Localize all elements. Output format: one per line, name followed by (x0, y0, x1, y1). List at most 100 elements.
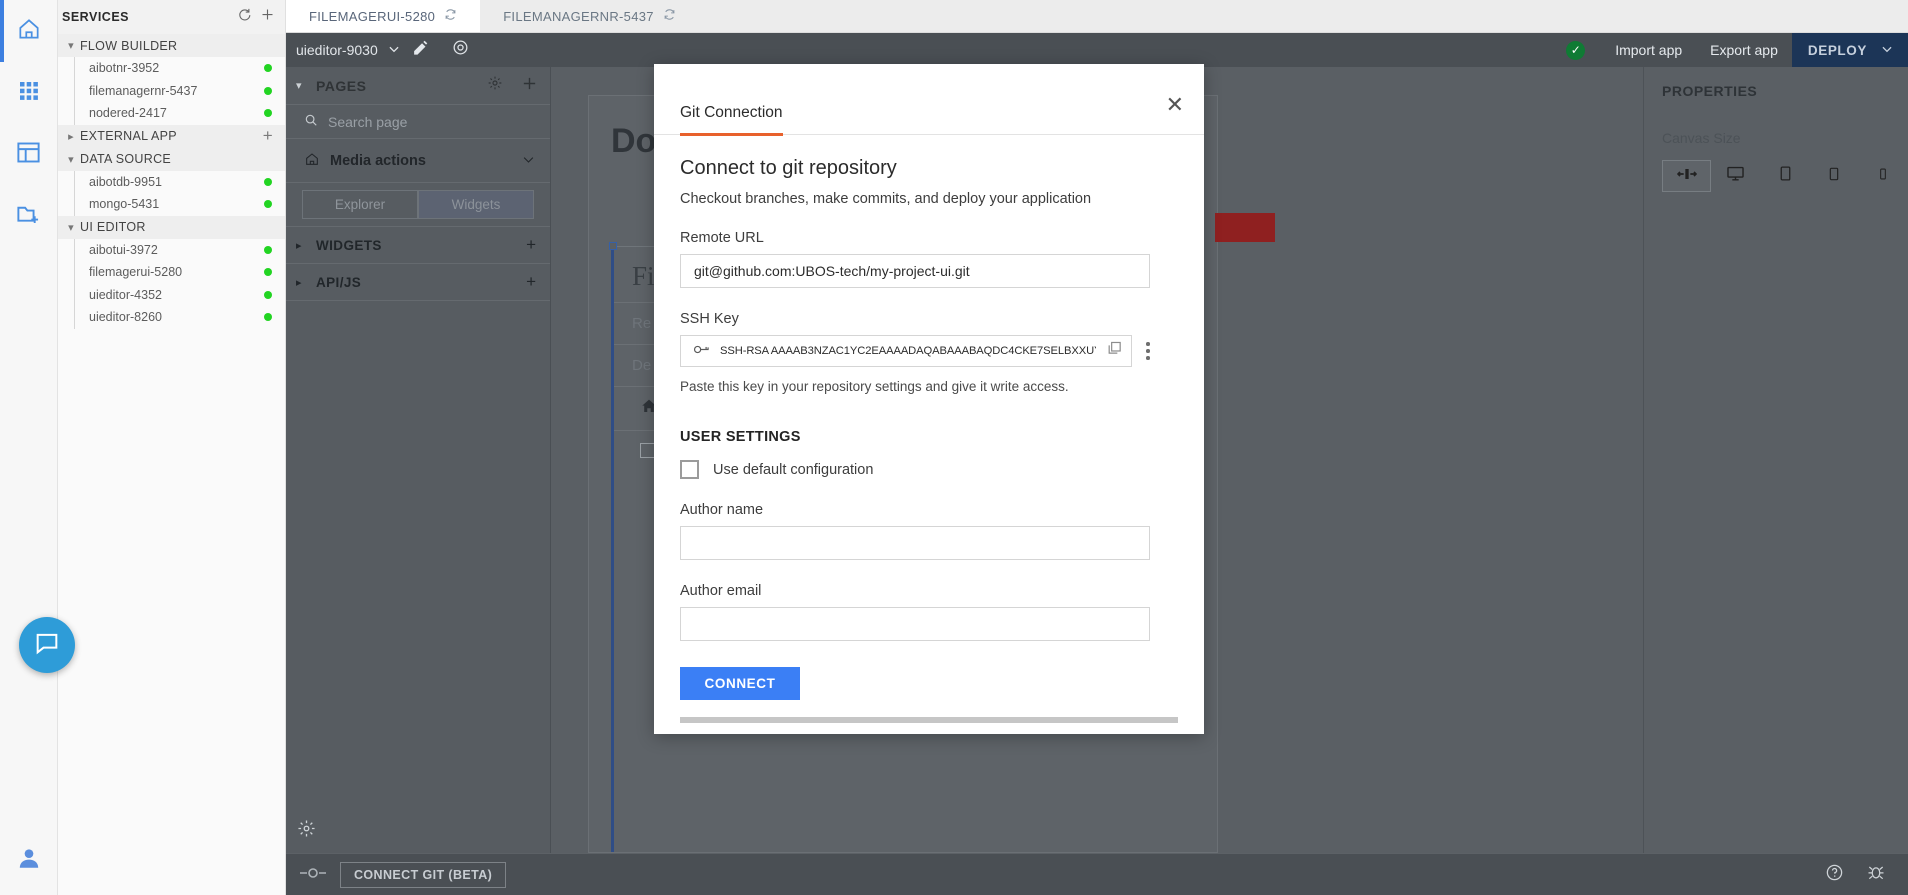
properties-panel: PROPERTIES Canvas Size (1643, 67, 1908, 853)
services-group-flow-builder[interactable]: ▾ FLOW BUILDER (58, 34, 285, 57)
search-page-input[interactable] (328, 113, 538, 130)
checkbox-icon[interactable] (640, 443, 655, 458)
accordion-api-js[interactable]: ▸ API/JS + (286, 264, 550, 301)
chevron-down-icon (387, 42, 401, 59)
edit-button[interactable] (401, 33, 441, 67)
author-name-input[interactable] (680, 526, 1150, 560)
remote-url-input[interactable] (680, 254, 1150, 288)
service-item[interactable]: nodered-2417 (58, 102, 285, 125)
group-label: DATA SOURCE (80, 152, 172, 166)
service-item[interactable]: filemagerui-5280 (58, 261, 285, 284)
check-circle-icon: ✓ (1566, 40, 1586, 60)
tab-explorer[interactable]: Explorer (302, 190, 418, 219)
plus-icon[interactable]: + (526, 235, 536, 255)
status-dot (264, 64, 272, 73)
pages-header[interactable]: ▾ PAGES (286, 67, 550, 105)
explorer-widgets-toggle: Explorer Widgets (286, 183, 550, 227)
ssh-key-hint: Paste this key in your repository settin… (680, 379, 1069, 394)
bottom-bar: CONNECT GIT (BETA) (286, 853, 1908, 895)
services-group-ui-editor[interactable]: ▾ UI EDITOR (58, 215, 285, 239)
add-page-button[interactable] (521, 75, 538, 97)
bug-icon[interactable] (1866, 862, 1886, 887)
rail-item-layout[interactable] (0, 124, 58, 186)
kebab-menu-icon[interactable] (1146, 342, 1150, 360)
service-item[interactable]: uieditor-8260 (58, 306, 285, 329)
checkbox-icon[interactable] (680, 460, 699, 479)
rail-item-apps[interactable] (0, 62, 58, 124)
accordion-widgets[interactable]: ▸ WIDGETS + (286, 227, 550, 264)
close-icon[interactable]: ✕ (1166, 94, 1184, 116)
services-group-data-source[interactable]: ▾ DATA SOURCE (58, 147, 285, 171)
copy-icon[interactable] (1106, 340, 1123, 362)
search-page-row (286, 105, 550, 139)
status-dot (264, 313, 272, 322)
remote-url-label: Remote URL (680, 230, 764, 246)
account-icon (16, 845, 42, 876)
icon-rail (0, 0, 58, 895)
connect-button[interactable]: CONNECT (680, 667, 800, 700)
chevron-down-icon[interactable] (521, 152, 536, 170)
gear-icon[interactable] (487, 75, 503, 96)
service-item[interactable]: aibotui-3972 (58, 239, 285, 262)
mobile-icon (1876, 165, 1890, 188)
pencil-icon (412, 39, 429, 61)
rail-item-account[interactable] (0, 825, 58, 895)
service-item[interactable]: uieditor-4352 (58, 284, 285, 307)
service-item[interactable]: filemanagernr-5437 (58, 80, 285, 103)
help-circle-icon[interactable] (1825, 863, 1844, 887)
page-item-media-actions[interactable]: Media actions (286, 139, 550, 183)
modal-scrollbar[interactable] (680, 717, 1178, 723)
tab-bar: FILEMAGERUI-5280 FILEMANAGERNR-5437 (286, 0, 1908, 33)
deploy-button[interactable]: DEPLOY (1791, 33, 1908, 67)
git-connection-modal: ✕ Git Connection Connect to git reposito… (654, 64, 1204, 734)
resize-handle[interactable] (609, 242, 617, 250)
git-toggle[interactable] (286, 866, 340, 884)
chevron-down-icon: ▾ (68, 221, 74, 234)
rail-item-new-folder[interactable] (0, 186, 58, 248)
status-dot (264, 86, 272, 95)
chat-bubble-button[interactable] (19, 617, 75, 673)
plus-icon[interactable]: + (263, 126, 285, 146)
project-selector[interactable]: uieditor-9030 (286, 42, 401, 59)
tab-widgets[interactable]: Widgets (418, 190, 534, 219)
service-item[interactable]: aibotnr-3952 (58, 57, 285, 80)
rail-item-home[interactable] (0, 0, 58, 62)
service-item[interactable]: aibotdb-9951 (58, 171, 285, 194)
size-desktop-button[interactable] (1711, 160, 1760, 192)
export-app-button[interactable]: Export app (1696, 42, 1792, 58)
tablet-small-icon (1826, 165, 1842, 188)
desktop-icon (1726, 164, 1745, 188)
size-fluid-button[interactable] (1662, 160, 1712, 192)
service-item[interactable]: mongo-5431 (58, 193, 285, 216)
author-email-input[interactable] (680, 607, 1150, 641)
plus-icon[interactable] (260, 7, 275, 27)
use-default-configuration-row[interactable]: Use default configuration (680, 460, 1178, 479)
services-group-external-app[interactable]: ▸ EXTERNAL APP + (58, 124, 285, 148)
size-tablet-small-button[interactable] (1810, 160, 1859, 192)
service-name: filemagerui-5280 (89, 265, 183, 280)
service-name: aibotnr-3952 (89, 61, 160, 76)
tab-filemagerui-5280[interactable]: FILEMAGERUI-5280 (286, 0, 481, 32)
pages-settings-button[interactable] (296, 818, 317, 845)
services-group-items: aibotui-3972 filemagerui-5280 uieditor-4… (58, 238, 285, 329)
tab-filemanagernr-5437[interactable]: FILEMANAGERNR-5437 (480, 0, 699, 32)
import-app-button[interactable]: Import app (1601, 42, 1696, 58)
refresh-icon[interactable] (663, 8, 676, 24)
size-tablet-button[interactable] (1760, 160, 1809, 192)
tab-git-connection[interactable]: Git Connection (680, 104, 783, 136)
preview-button[interactable] (441, 33, 481, 67)
service-name: uieditor-4352 (89, 287, 162, 302)
refresh-icon[interactable] (444, 8, 457, 24)
services-group-items: aibotnr-3952 filemanagernr-5437 nodered-… (58, 57, 285, 125)
key-icon (693, 343, 710, 359)
size-mobile-button[interactable] (1859, 160, 1908, 192)
refresh-icon[interactable] (237, 7, 252, 27)
tab-label: FILEMAGERUI-5280 (309, 8, 436, 24)
home-icon (304, 151, 320, 170)
plus-icon[interactable]: + (526, 272, 536, 292)
modal-heading: Connect to git repository (680, 157, 897, 179)
ssh-key-field[interactable]: SSH-RSA AAAAB3NZAC1YC2EAAAADAQABAAABAQDC… (680, 335, 1132, 367)
connect-git-beta-button[interactable]: CONNECT GIT (BETA) (340, 861, 507, 888)
app-root: SERVICES ▾ FLOW BUILDER aibotnr-3952 fil… (0, 0, 1908, 895)
status-dot (264, 245, 272, 254)
